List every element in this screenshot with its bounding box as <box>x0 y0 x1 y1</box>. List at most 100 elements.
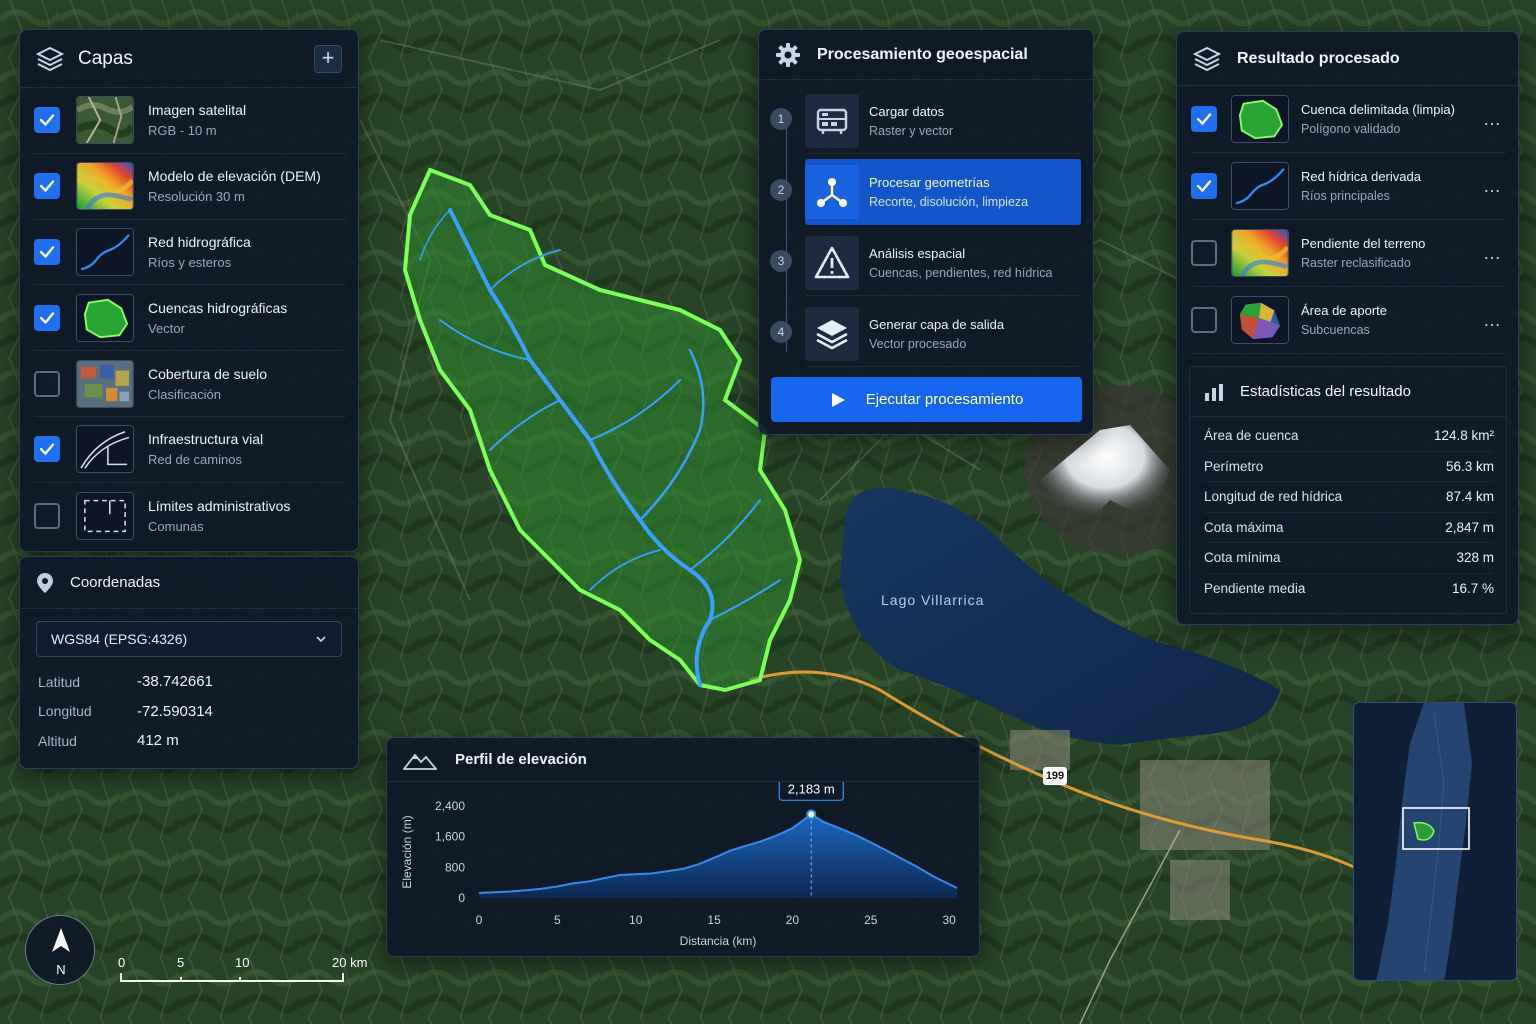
more-options-icon[interactable]: … <box>1483 243 1502 264</box>
layer-row[interactable]: Imagen satelital RGB - 10 m <box>34 88 346 154</box>
layer-checkbox[interactable] <box>34 370 60 397</box>
stat-row: Longitud de red hídrica 87.4 km <box>1204 482 1494 513</box>
scale-ruler <box>120 973 344 982</box>
stat-value: 328 m <box>1456 550 1494 566</box>
layer-name: Cuencas hidrográficas <box>148 299 288 316</box>
result-layer-subtitle: Polígono validado <box>1301 122 1401 136</box>
processing-step[interactable]: 1 Cargar datos Raster y vector <box>770 88 1081 154</box>
layer-subtitle: Vector <box>148 320 185 336</box>
subbasins-thumbnail <box>1231 296 1289 344</box>
result-layer-name: Pendiente del terreno <box>1301 236 1426 251</box>
location-pin-icon <box>37 572 53 593</box>
y-tick-label: 0 <box>458 891 465 905</box>
x-tick-label: 15 <box>707 913 721 927</box>
step-number: 4 <box>770 321 792 343</box>
compass[interactable]: N <box>25 915 95 985</box>
stat-label: Perímetro <box>1204 458 1264 474</box>
stat-label: Área de cuenca <box>1204 428 1299 444</box>
result-panel: Resultado procesado Cuenca delimitada (l… <box>1176 31 1519 625</box>
stat-row: Pendiente media 16.7 % <box>1204 574 1494 605</box>
layer-checkbox[interactable] <box>34 173 60 200</box>
layer-row[interactable]: Cobertura de suelo Clasificación <box>34 351 346 417</box>
layers-icon <box>805 306 859 361</box>
result-layer-row[interactable]: Área de aporte Subcuencas… <box>1191 287 1506 354</box>
processing-step[interactable]: 2 Procesar geometrías Recorte, disolución,… <box>770 159 1081 225</box>
admin-boundary-thumbnail <box>76 491 134 540</box>
layer-row[interactable]: Infraestructura vial Red de caminos <box>34 417 346 483</box>
satellite-image-thumbnail <box>76 96 134 145</box>
mountain-icon <box>403 753 437 770</box>
x-tick-label: 5 <box>554 913 561 927</box>
step-number: 2 <box>770 179 792 201</box>
step-connector <box>786 112 787 352</box>
layer-checkbox[interactable] <box>34 304 60 331</box>
basin-polygon-thumbnail <box>76 293 134 342</box>
longitude-value: -72.590314 <box>137 702 213 720</box>
processing-title: Procesamiento geoespacial <box>817 45 1028 63</box>
layers-icon <box>36 46 64 71</box>
coordinates-title: Coordenadas <box>70 574 161 591</box>
server-icon <box>805 93 859 148</box>
x-tick-label: 30 <box>942 913 956 927</box>
warning-triangle-icon <box>805 235 859 290</box>
y-tick-label: 1,600 <box>435 830 465 844</box>
step-name: Análisis espacial <box>869 245 966 261</box>
layer-row[interactable]: Cuencas hidrográficas Vector <box>34 285 346 352</box>
more-options-icon[interactable]: … <box>1483 109 1502 130</box>
processing-step[interactable]: 3 Análisis espacial Cuencas, pendientes, r… <box>770 230 1081 296</box>
elevation-chart[interactable]: 0 800 1,600 2,400 0 5 10 15 20 25 30 Distancia (km)… <box>387 782 979 956</box>
result-title: Resultado procesado <box>1237 49 1400 67</box>
stat-label: Longitud de red hídrica <box>1204 489 1343 505</box>
stat-label: Cota máxima <box>1204 519 1284 535</box>
result-checkbox[interactable] <box>1191 106 1217 132</box>
result-checkbox[interactable] <box>1191 307 1217 333</box>
layer-name: Cobertura de suelo <box>148 365 268 382</box>
x-tick-label: 0 <box>476 913 483 927</box>
stat-label: Cota mínima <box>1204 550 1281 566</box>
layer-row[interactable]: Límites administrativos Comunas <box>34 483 346 549</box>
result-layer-subtitle: Raster reclasificado <box>1301 256 1411 270</box>
statistics-title: Estadísticas del resultado <box>1240 383 1411 400</box>
latitude-label: Latitud <box>38 673 81 690</box>
longitude-label: Longitud <box>38 703 92 720</box>
add-layer-button[interactable]: + <box>314 44 342 73</box>
layer-checkbox[interactable] <box>34 107 60 134</box>
layer-checkbox[interactable] <box>34 436 60 463</box>
result-checkbox[interactable] <box>1191 173 1217 199</box>
result-layer-row[interactable]: Red hídrica derivada Ríos principales… <box>1191 153 1506 220</box>
overview-minimap[interactable] <box>1353 702 1517 981</box>
layer-checkbox[interactable] <box>34 238 60 265</box>
result-layer-row[interactable]: Pendiente del terreno Raster reclasificad… <box>1191 220 1506 287</box>
slope-heatmap-thumbnail <box>1231 229 1289 277</box>
result-layer-row[interactable]: Cuenca delimitada (limpia) Polígono valid… <box>1191 86 1506 153</box>
latitude-row: Latitud -38.742661 <box>20 667 358 697</box>
stat-value: 16.7 % <box>1451 581 1494 597</box>
dem-heatmap-thumbnail <box>76 162 134 211</box>
layer-row[interactable]: Modelo de elevación (DEM) Resolución 30 m <box>34 154 346 220</box>
more-options-icon[interactable]: … <box>1483 176 1502 197</box>
layer-row[interactable]: Red hidrográfica Ríos y esteros <box>34 220 346 286</box>
profile-title: Perfil de elevación <box>455 751 587 768</box>
scale-label: 5 <box>177 955 185 970</box>
lake-label: Lago Villarrica <box>881 592 985 608</box>
result-checkbox[interactable] <box>1191 240 1217 266</box>
stat-value: 124.8 km² <box>1433 428 1494 444</box>
step-name: Procesar geometrías <box>869 175 990 190</box>
run-processing-label: Ejecutar procesamiento <box>865 391 1024 408</box>
layer-checkbox[interactable] <box>34 502 60 529</box>
altitude-value: 412 m <box>137 732 179 750</box>
crs-value: WGS84 (EPSG:4326) <box>51 631 188 647</box>
crs-select[interactable]: WGS84 (EPSG:4326) <box>36 621 342 657</box>
altitude-label: Altitud <box>38 732 77 749</box>
processing-step[interactable]: 4 Generar capa de salida Vector procesado <box>770 301 1081 367</box>
more-options-icon[interactable]: … <box>1483 310 1502 331</box>
step-subtitle: Cuencas, pendientes, red hídrica <box>869 265 1053 280</box>
run-processing-button[interactable]: Ejecutar procesamiento <box>771 377 1082 422</box>
step-name: Cargar datos <box>869 103 945 119</box>
coordinates-panel: Coordenadas WGS84 (EPSG:4326) Latitud -3… <box>19 556 359 769</box>
elevation-profile-panel: Perfil de elevación 0 800 1,600 2,400 0 5 10 15… <box>386 737 980 957</box>
processing-panel: Procesamiento geoespacial 1 Cargar datos R… <box>758 29 1094 435</box>
scale-label: 20 km <box>332 955 368 970</box>
play-icon <box>831 392 845 407</box>
layers-icon <box>1193 46 1221 71</box>
